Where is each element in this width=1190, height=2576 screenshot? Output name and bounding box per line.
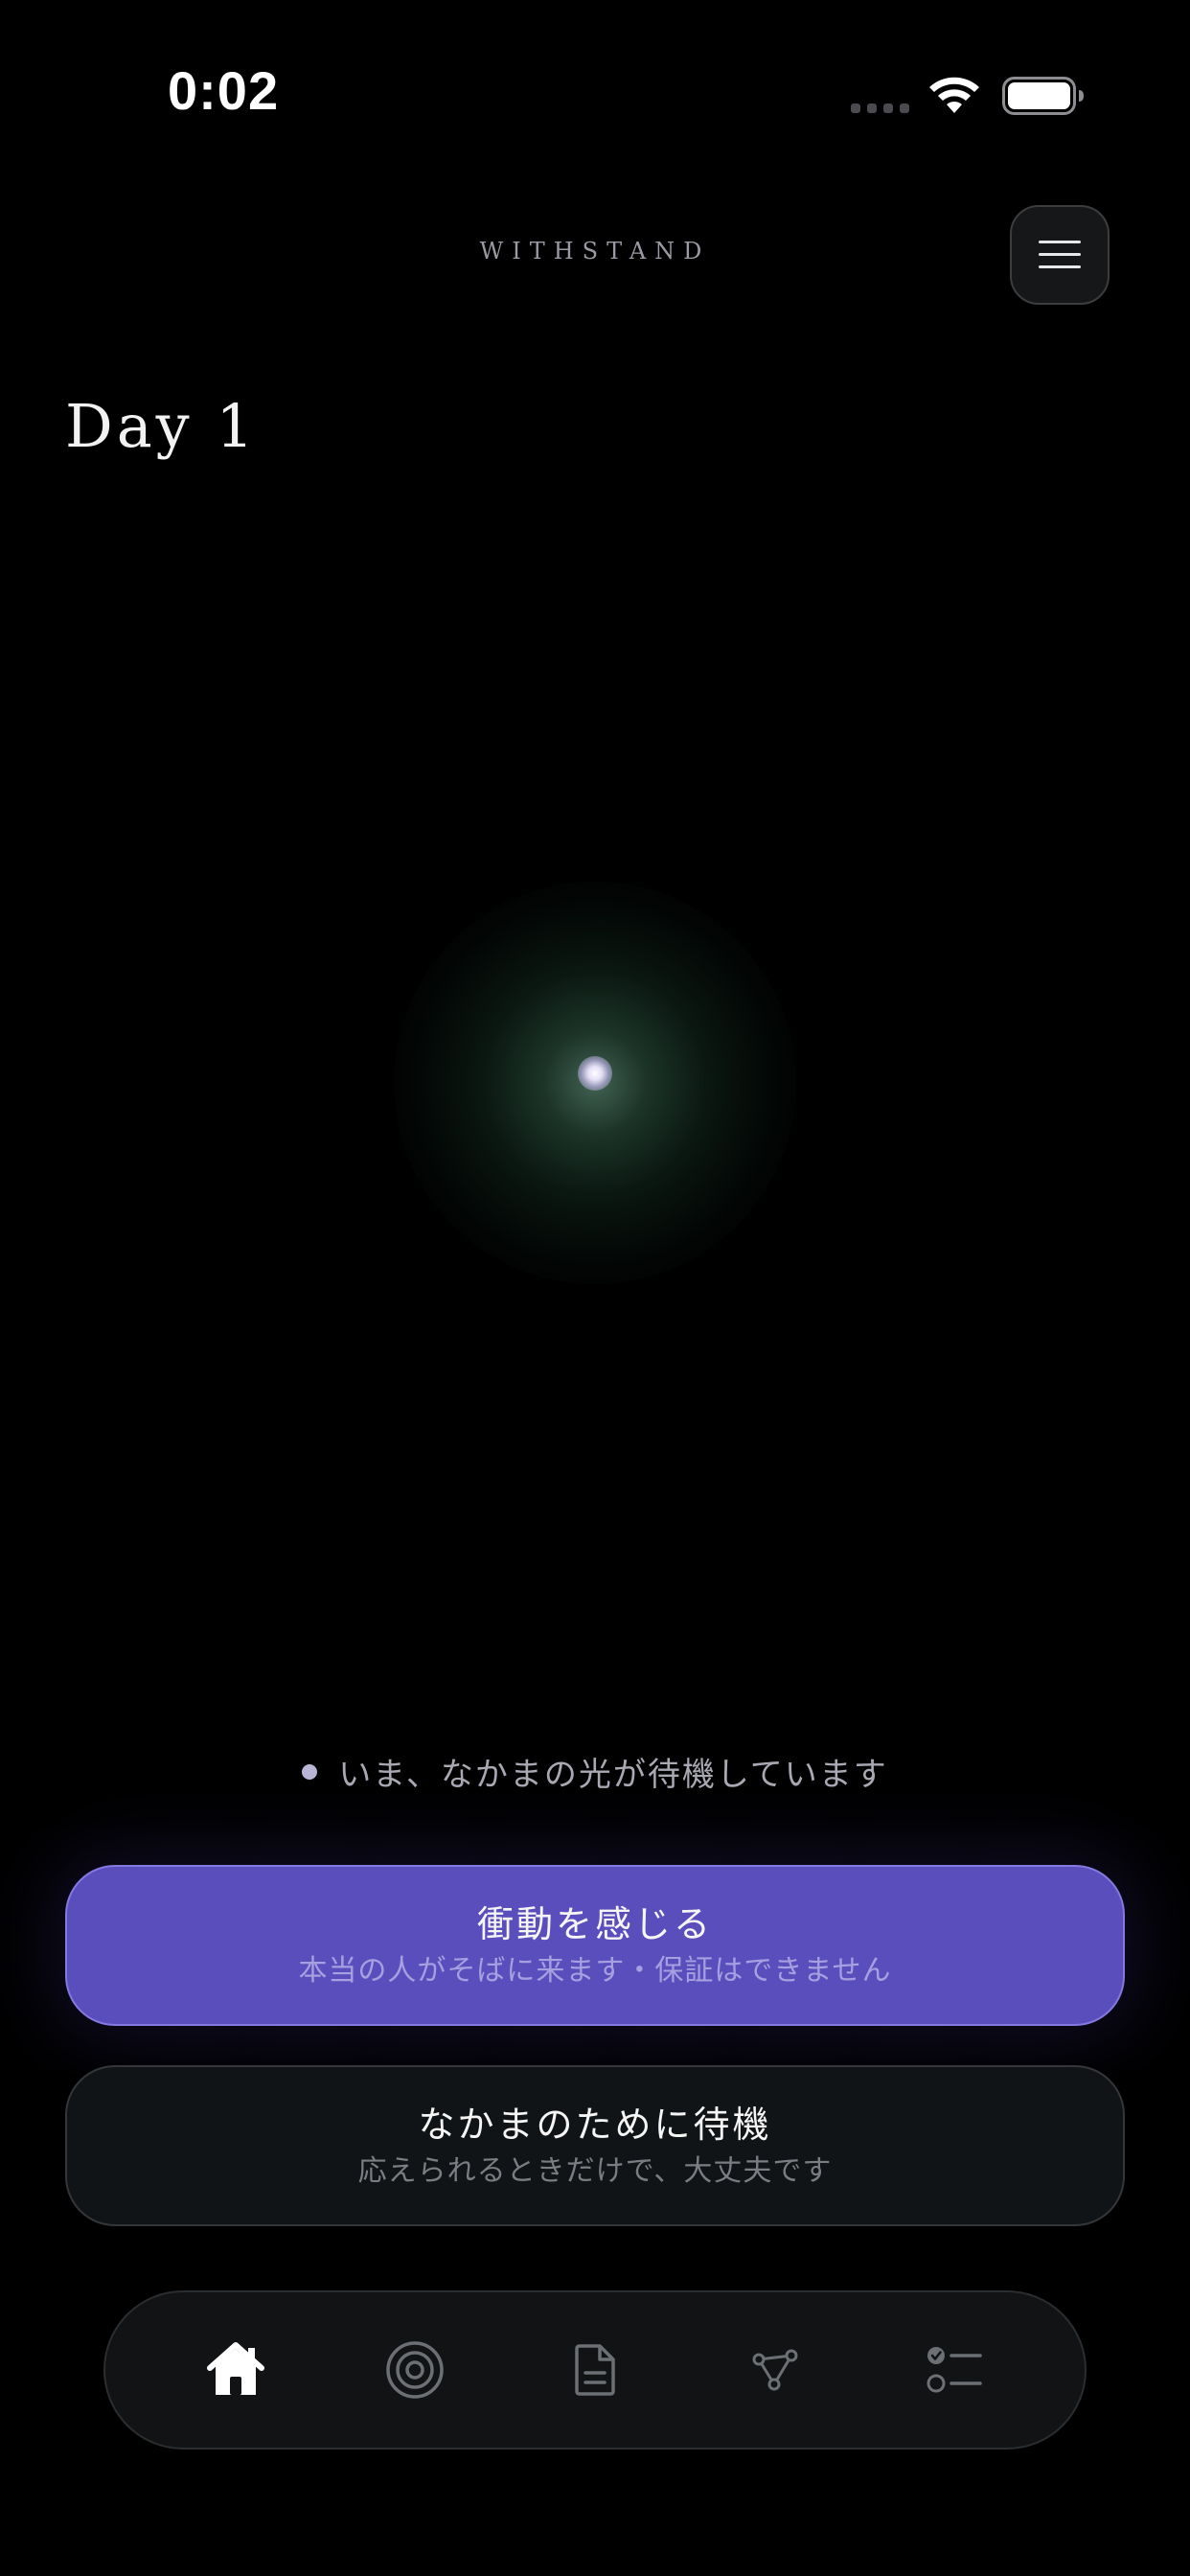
waiting-status-text: いま、なかまの光が待機しています [338, 1756, 888, 1794]
status-time: 0:02 [168, 60, 280, 121]
status-dot-icon [302, 1763, 318, 1780]
feel-impulse-subtitle: 本当の人がそばに来ます・保証はできません [298, 1954, 892, 1988]
home-icon [206, 2342, 264, 2395]
tab-target[interactable] [362, 2317, 468, 2423]
feel-impulse-title: 衝動を感じる [476, 1902, 713, 1945]
tab-home[interactable] [183, 2317, 288, 2423]
tab-document[interactable] [542, 2317, 648, 2423]
tab-checklist[interactable] [902, 2317, 1007, 2423]
companion-light-core [578, 1056, 612, 1091]
tab-network[interactable] [722, 2317, 828, 2423]
waiting-status: いま、なかまの光が待機しています [0, 1748, 1190, 1795]
status-bar: 0:02 [0, 0, 1190, 192]
menu-button[interactable] [1010, 205, 1110, 305]
target-icon [386, 2341, 445, 2399]
feel-impulse-button[interactable]: 衝動を感じる 本当の人がそばに来ます・保証はできません [65, 1865, 1125, 2026]
hamburger-menu-icon [1039, 241, 1081, 268]
wait-for-companion-button[interactable]: なかまのために待機 応えられるときだけで、大丈夫です [65, 2065, 1125, 2226]
cellular-signal-icon [851, 104, 909, 113]
network-icon [752, 2349, 798, 2391]
wifi-icon [929, 77, 979, 113]
tab-bar [103, 2290, 1087, 2450]
wait-for-companion-subtitle: 応えられるときだけで、大丈夫です [357, 2154, 833, 2188]
wait-for-companion-title: なかまのために待機 [418, 2103, 772, 2146]
checklist-icon [927, 2347, 982, 2393]
day-label: Day 1 [65, 391, 258, 461]
battery-icon [1002, 77, 1084, 115]
document-icon [575, 2344, 615, 2396]
